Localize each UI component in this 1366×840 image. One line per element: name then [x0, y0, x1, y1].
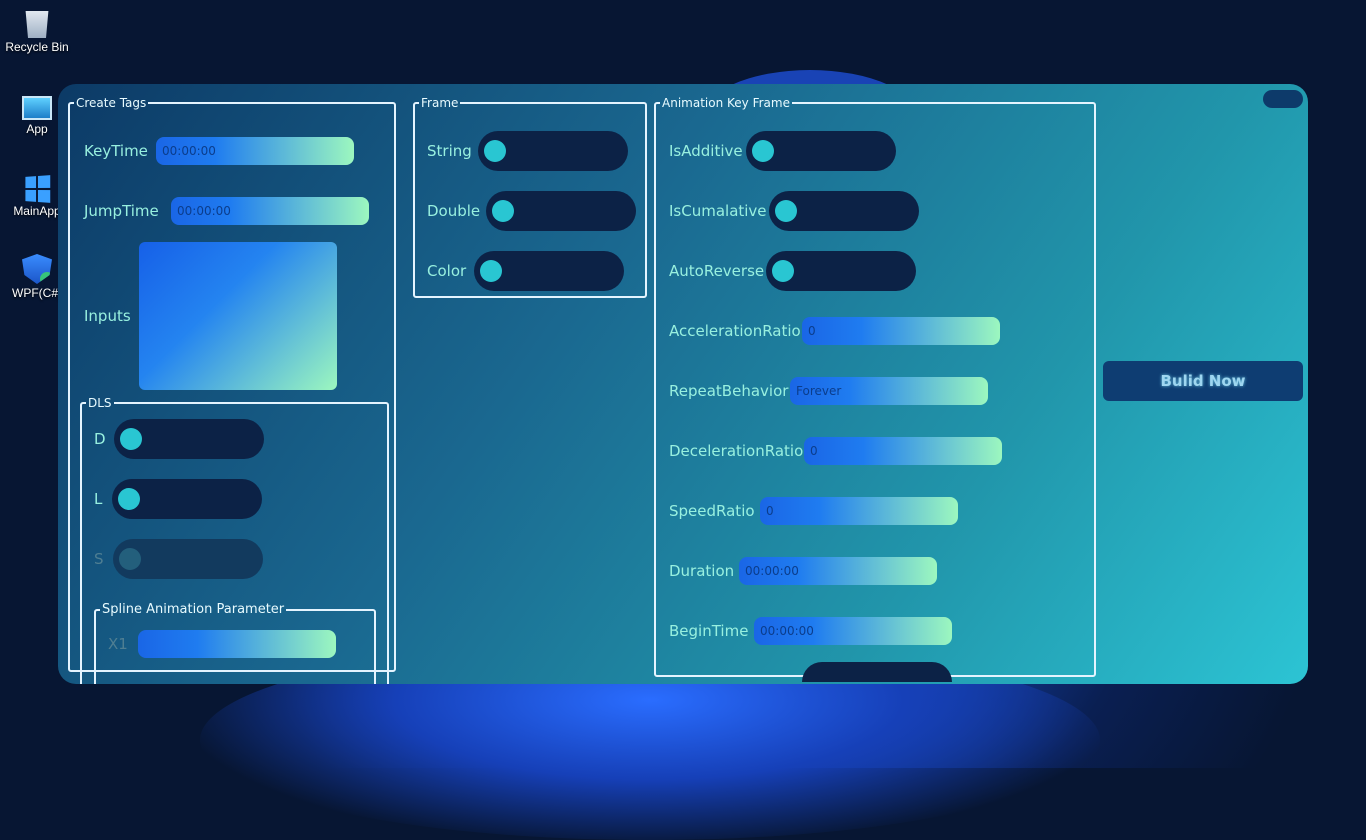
- desktop-icon-label: WPF(C#): [12, 286, 62, 300]
- toggle-knob: [492, 200, 514, 222]
- color-toggle[interactable]: [474, 251, 624, 291]
- desktop-icon-recycle-bin[interactable]: Recycle Bin: [4, 8, 70, 54]
- is-additive-toggle[interactable]: [746, 131, 896, 171]
- create-tags-legend: Create Tags: [76, 96, 147, 110]
- dls-legend: DLS: [88, 396, 112, 410]
- begin-time-label: BeginTime: [669, 622, 749, 640]
- double-toggle[interactable]: [486, 191, 636, 231]
- duration-label: Duration: [669, 562, 735, 580]
- color-label: Color: [427, 262, 467, 280]
- x1-input[interactable]: [138, 630, 336, 658]
- frame-group: Frame String Double Color: [413, 96, 647, 298]
- dls-l-toggle[interactable]: [112, 479, 262, 519]
- duration-input[interactable]: 00:00:00: [739, 557, 937, 585]
- toggle-knob: [752, 140, 774, 162]
- windows-icon: [25, 175, 51, 203]
- dls-group: DLS D L S Spline Animation Parameter X1: [80, 396, 389, 684]
- dls-s-toggle[interactable]: [113, 539, 263, 579]
- toggle-knob: [775, 200, 797, 222]
- jumptime-label: JumpTime: [84, 202, 159, 220]
- acceleration-ratio-input[interactable]: 0: [802, 317, 1000, 345]
- dls-d-toggle[interactable]: [114, 419, 264, 459]
- keytime-label: KeyTime: [84, 142, 148, 160]
- inputs-label: Inputs: [84, 307, 131, 325]
- desktop-icon-label: MainApp: [13, 204, 61, 218]
- build-now-button[interactable]: Bulid Now: [1103, 361, 1303, 401]
- toggle-knob: [118, 488, 140, 510]
- is-cumulative-toggle[interactable]: [769, 191, 919, 231]
- animation-key-frame-group: Animation Key Frame IsAdditive IsCumalat…: [654, 96, 1096, 682]
- desktop-icon-label: App: [26, 122, 48, 136]
- spline-legend: Spline Animation Parameter: [102, 602, 285, 617]
- auto-reverse-toggle[interactable]: [766, 251, 916, 291]
- double-label: Double: [427, 202, 481, 220]
- string-label: String: [427, 142, 472, 160]
- create-tags-group: Create Tags KeyTime 00:00:00 JumpTime 00…: [68, 96, 396, 684]
- dls-s-label: S: [94, 550, 104, 568]
- toggle-knob: [484, 140, 506, 162]
- begin-time-input[interactable]: 00:00:00: [754, 617, 952, 645]
- animation-legend: Animation Key Frame: [662, 96, 790, 110]
- toggle-knob: [119, 548, 141, 570]
- deceleration-ratio-label: DecelerationRatio: [669, 442, 804, 460]
- acceleration-ratio-label: AccelerationRatio: [669, 322, 801, 340]
- is-cumulative-label: IsCumalative: [669, 202, 767, 220]
- monitor-icon: [22, 96, 52, 120]
- recycle-bin-icon: [25, 11, 49, 38]
- inputs-area[interactable]: [139, 242, 337, 390]
- is-additive-label: IsAdditive: [669, 142, 743, 160]
- speed-ratio-input[interactable]: 0: [760, 497, 958, 525]
- x1-label: X1: [108, 635, 128, 653]
- repeat-behavior-input[interactable]: Forever: [790, 377, 988, 405]
- frame-legend: Frame: [421, 96, 459, 110]
- repeat-behavior-label: RepeatBehavior: [669, 382, 789, 400]
- deceleration-ratio-input[interactable]: 0: [804, 437, 1002, 465]
- auto-reverse-label: AutoReverse: [669, 262, 765, 280]
- dls-l-label: L: [94, 490, 103, 508]
- jumptime-input[interactable]: 00:00:00: [171, 197, 369, 225]
- toggle-knob: [480, 260, 502, 282]
- app-window: Create Tags KeyTime 00:00:00 JumpTime 00…: [58, 84, 1308, 684]
- dls-d-label: D: [94, 430, 106, 448]
- shield-icon: [22, 254, 52, 284]
- toggle-knob: [120, 428, 142, 450]
- string-toggle[interactable]: [478, 131, 628, 171]
- toggle-knob: [772, 260, 794, 282]
- partial-toggle[interactable]: [802, 662, 952, 682]
- desktop-icon-label: Recycle Bin: [5, 40, 69, 54]
- keytime-input[interactable]: 00:00:00: [156, 137, 354, 165]
- spline-group: Spline Animation Parameter X1: [94, 602, 376, 684]
- window-control-button[interactable]: [1263, 90, 1303, 108]
- speed-ratio-label: SpeedRatio: [669, 502, 755, 520]
